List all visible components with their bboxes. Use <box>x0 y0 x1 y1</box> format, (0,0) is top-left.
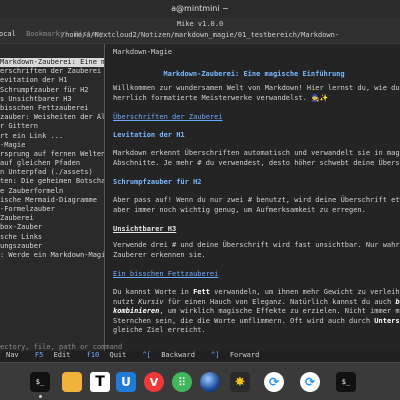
tab-local[interactable]: ocal <box>0 28 19 40</box>
pane-divider[interactable] <box>104 44 105 354</box>
text-run: nutzt <box>113 297 139 306</box>
outline-item[interactable]: : Werde ein Markdown-Magi <box>0 251 104 260</box>
outline-item[interactable]: Zauberei <box>0 214 104 223</box>
typora-icon[interactable]: T <box>90 372 110 392</box>
outline-item[interactable]: s Unsichtbarer H3 <box>0 95 104 104</box>
mixer-icon[interactable]: ✸ <box>230 372 250 392</box>
outline-item[interactable]: ten: Die geheimen Botscha <box>0 177 104 186</box>
heading-h1: Markdown-Zauberei: Eine magische Einführ… <box>163 70 345 78</box>
app-title: Mike v1.0.0 <box>176 20 224 28</box>
outline-item[interactable]: ungszauber <box>0 242 104 251</box>
text-run: verwandeln, um ihnen mehr Gewicht zu ver… <box>209 288 400 296</box>
key-label: ^[ <box>142 351 151 359</box>
key-label: f10 <box>86 351 100 359</box>
key-label: F5 <box>34 351 44 359</box>
tab-history[interactable]: History <box>71 28 107 40</box>
heading-levitation: Levitation der H1 <box>113 131 185 139</box>
intro-paragraph: Willkommen zur wundersamen Welt von Mark… <box>113 84 400 103</box>
text-line: herrlich formatierte Meisterwerke verwan… <box>113 93 329 102</box>
markdown-preview[interactable]: Markdown-Magie Markdown-Zauberei: Eine m… <box>106 44 400 354</box>
text-line: Zauberer erkennen sie. <box>113 250 206 259</box>
heading-link-ueberschriften[interactable]: Überschriften der Zauberei <box>113 113 400 121</box>
key-action: Edit <box>53 351 71 359</box>
heading-unsichtbar: Unsichtbarer H3 <box>113 225 177 233</box>
outline-item[interactable]: n Unterpfad (./assets) <box>0 168 104 177</box>
outline-item[interactable]: -Magie <box>0 141 104 150</box>
levitation-paragraph: Markdown erkennt Überschriften automatis… <box>113 149 400 168</box>
outline-item[interactable]: bisschen Fettzauberei <box>0 104 104 113</box>
outline-item[interactable]: auf gleichen Pfaden <box>0 159 104 168</box>
window-titlebar[interactable]: a@mintmini ~ <box>0 0 400 18</box>
heading-schrumpfzauber: Schrumpfzauber für H2 <box>113 178 202 186</box>
outline-item[interactable]: Markdown-Zauberei: Eine magische <box>0 58 104 68</box>
window-title: a@mintmini ~ <box>171 4 229 13</box>
outline-item[interactable]: -Formelzauber <box>0 205 104 214</box>
keybinding-bar: Nav F5 Edit f10 Quit ^[ Backward ^] Forw… <box>0 351 400 362</box>
active-indicator <box>38 395 42 398</box>
unsichtbar-paragraph: Verwende drei # und deine Überschrift wi… <box>113 241 400 260</box>
tab-bookmarks[interactable]: Bookmarks <box>23 28 67 40</box>
key-action: Nav <box>6 351 19 359</box>
taskbar-dock: $_ T U V ⠿ ✸ ⟳ ⟳ $_ <box>0 362 400 400</box>
fett-paragraph: Du kannst Worte in Fett verwandeln, um i… <box>113 288 400 336</box>
outline-item[interactable]: box-Zauber <box>0 223 104 232</box>
outline-sidebar: Markdown-Zauberei: Eine magische erschri… <box>0 44 104 354</box>
italic-text: Kursiv <box>138 297 164 306</box>
key-forward[interactable]: ^] Forward <box>211 351 265 359</box>
bold-italic-text: beid <box>395 297 400 306</box>
folder-icon[interactable] <box>62 372 82 392</box>
key-nav[interactable]: Nav <box>0 351 25 359</box>
bold-text: Unterstri <box>374 316 400 325</box>
terminal-icon[interactable]: $_ <box>30 372 50 392</box>
text-run: , um wirklich magische Effekte zu erziel… <box>159 307 400 315</box>
text-line: Verwende drei # und deine Überschrift wi… <box>113 241 400 249</box>
text-line: gleiche Ziel erreicht. <box>113 326 206 334</box>
outline-item[interactable]: zauber: Weisheiten der Älteste <box>0 113 104 122</box>
vivaldi-icon[interactable]: V <box>144 372 164 392</box>
outline-item[interactable]: rsprung auf fernen Welten <box>0 150 104 159</box>
bold-italic-text: kombinieren <box>113 307 160 315</box>
nextcloud-sync-icon[interactable]: ⟳ <box>300 372 320 392</box>
document-breadcrumb: Markdown-Magie <box>113 48 173 56</box>
bold-text: Fett <box>193 288 210 296</box>
key-action: Backward <box>161 351 195 359</box>
text-run: Sternchen sein, die die Worte umflimmern… <box>113 316 375 325</box>
sidebar-tabs: ocal Bookmarks History <box>0 28 107 42</box>
text-run: Du kannst Worte in <box>113 288 194 296</box>
text-line: Willkommen zur wundersamen Welt von Mark… <box>113 84 400 92</box>
key-action: Quit <box>109 351 127 359</box>
outline-item[interactable]: erschriften der Zauberei <box>0 67 104 76</box>
text-line: Markdown erkennt Überschriften automatis… <box>113 149 400 157</box>
u-app-icon[interactable]: U <box>116 372 136 392</box>
key-edit[interactable]: F5 Edit <box>35 351 77 359</box>
schrumpf-paragraph: Aber pass auf! Wenn du nur zwei # benutz… <box>113 196 400 215</box>
key-backward[interactable]: ^[ Backward <box>143 351 201 359</box>
outline-item[interactable]: Schrumpfzauber für H2 <box>0 86 104 95</box>
outline-item[interactable]: rt ein Link ... <box>0 132 104 141</box>
outline-item[interactable]: e Zauberformeln <box>0 187 104 196</box>
heading-link-fettzauberei[interactable]: Ein bisschen Fettzauberei <box>113 270 400 278</box>
text-run: für einen Hauch von Eleganz. Natürlich k… <box>163 297 396 306</box>
text-line: aber immer noch wichtig genug, um Aufmer… <box>113 205 366 214</box>
outline-item[interactable]: sche Links <box>0 233 104 242</box>
text-line: Aber pass auf! Wenn du nur zwei # benutz… <box>113 196 400 204</box>
outline-item[interactable]: r Gittern <box>0 122 104 131</box>
terminal-icon[interactable]: $_ <box>336 372 356 392</box>
text-line: Abschnitte. Je mehr # du verwendest, des… <box>113 158 400 167</box>
nextcloud-sync-icon[interactable]: ⟳ <box>264 372 284 392</box>
key-action: Forward <box>229 351 260 359</box>
command-hint: ectory, file, path or command <box>0 343 123 351</box>
blue-ball-icon[interactable] <box>200 372 220 392</box>
outline-item[interactable]: evitation der H1 <box>0 76 104 85</box>
key-label: ^] <box>211 351 220 359</box>
grid-app-icon[interactable]: ⠿ <box>172 372 192 392</box>
outline-item[interactable]: ische Mermaid-Diagramme <box>0 196 104 205</box>
key-quit[interactable]: f10 Quit <box>87 351 133 359</box>
